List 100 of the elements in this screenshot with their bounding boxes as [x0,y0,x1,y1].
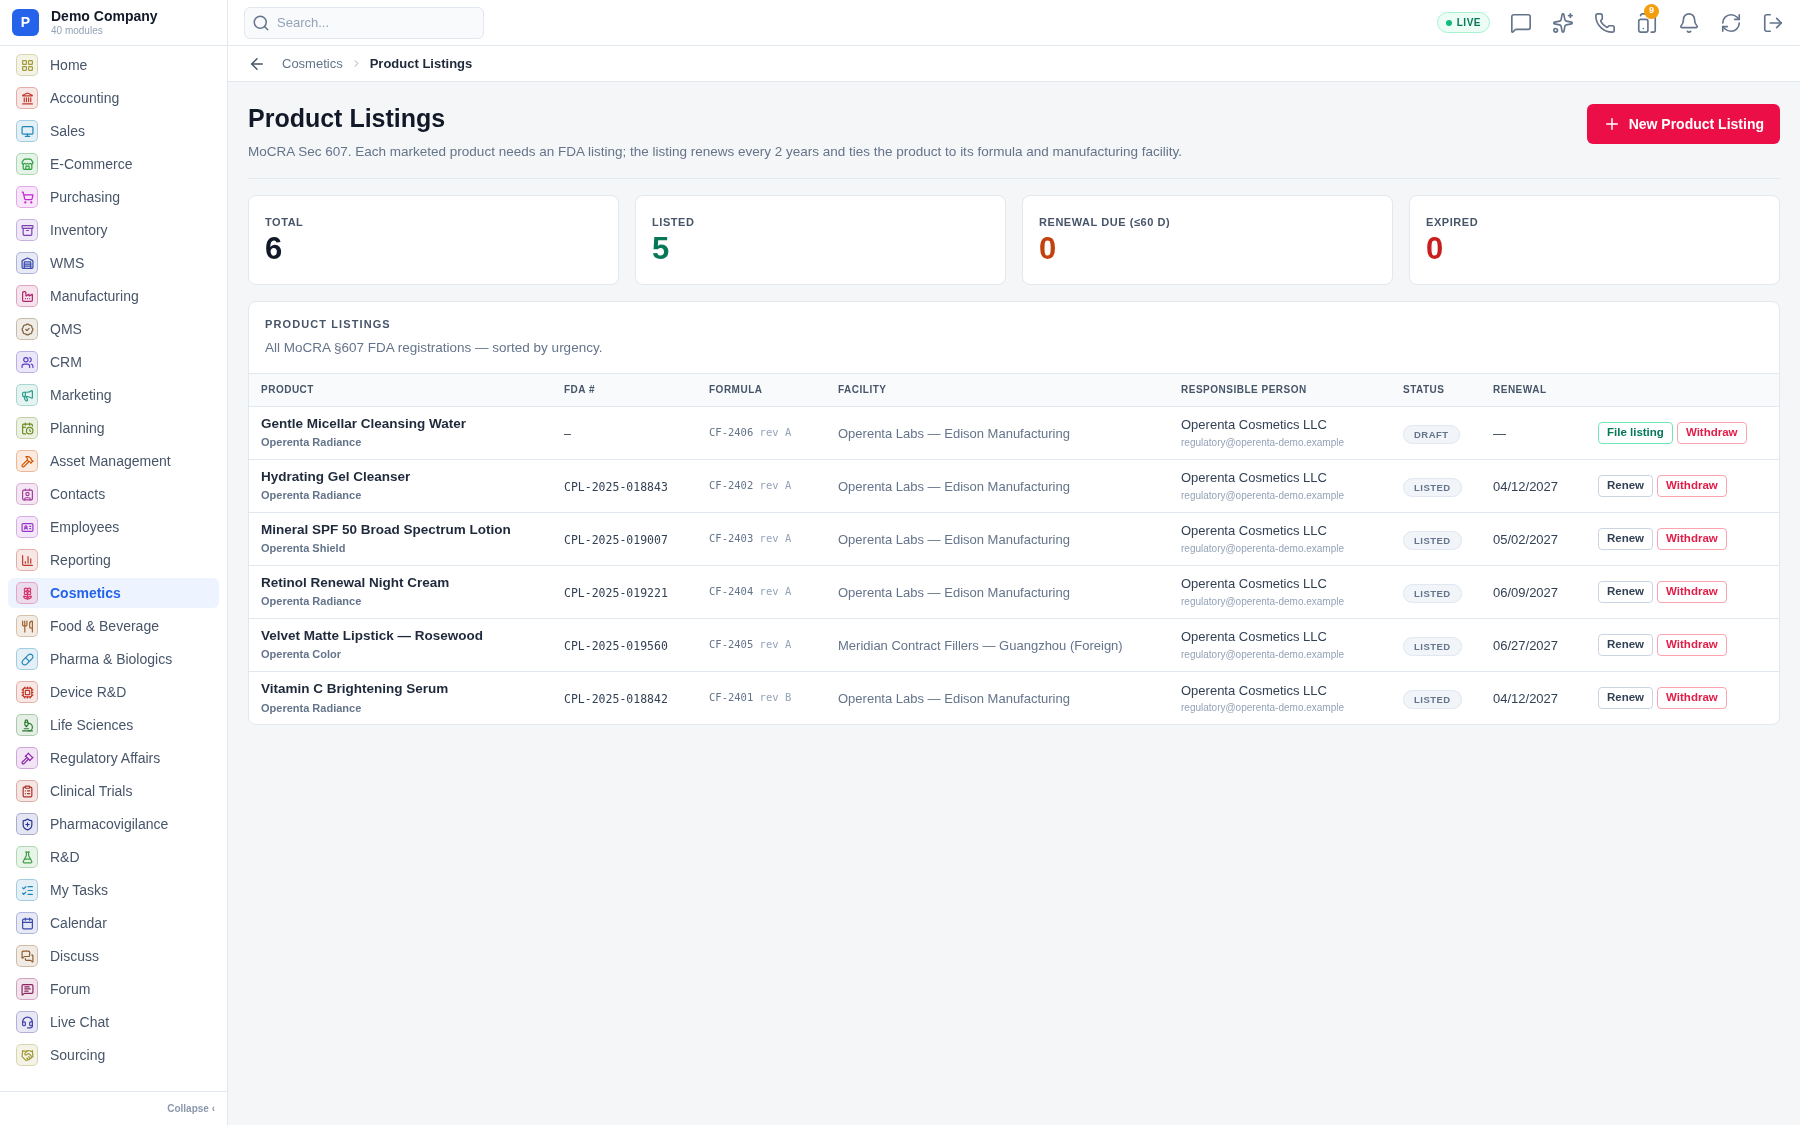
sidebar-item[interactable]: Purchasing [8,182,219,212]
renew-button[interactable]: Renew [1598,474,1654,497]
contact-email: regulatory@operenta-demo.example [1181,701,1346,715]
fda-number: CPL-2025-019560 [564,638,668,653]
formula-code: CF-2406 [709,425,754,438]
withdraw-button[interactable]: Withdraw [1657,633,1727,656]
sidebar-item[interactable]: My Tasks [8,875,219,905]
renewal-date: 06/27/2027 [1493,637,1559,653]
sidebar-item[interactable]: Asset Management [8,446,219,476]
sidebar-item[interactable]: Regulatory Affairs [8,743,219,773]
sidebar-item[interactable]: Manufacturing [8,281,219,311]
brand-name: Operenta Radiance [261,488,363,504]
contact-email: regulatory@operenta-demo.example [1181,435,1346,450]
sidebar-item[interactable]: CRM [8,347,219,377]
stat-value: 5 [652,230,671,269]
brand-name: Operenta Shield [261,541,347,557]
sidebar-item[interactable]: Reporting [8,545,219,575]
sidebar-item[interactable]: Calendar [8,908,219,938]
sidebar-item[interactable]: Food & Beverage [8,611,219,641]
sidebar-item[interactable]: Contacts [8,479,219,509]
brand-name: Operenta Radiance [261,435,363,451]
status-badge: LISTED [1403,530,1462,550]
sidebar-item[interactable]: QMS [8,314,219,344]
formula-code: CF-2404 [709,584,754,597]
formula-code: CF-2405 [709,637,754,650]
renewal-date: 04/12/2027 [1493,690,1559,706]
column-header: PRODUCT [249,373,552,406]
sidebar-item[interactable]: Forum [8,974,219,1004]
contact-email: regulatory@operenta-demo.example [1181,541,1346,556]
facility-name: Operenta Labs — Edison Manufacturing [838,531,1070,547]
notifications-icon[interactable] [1678,11,1700,34]
sidebar-item[interactable]: Employees [8,512,219,542]
renewal-date: 06/09/2027 [1493,584,1559,600]
sidebar-item[interactable]: Home [8,50,219,80]
device-icon[interactable] [1636,11,1658,34]
sidebar-item[interactable]: Sales [8,116,219,146]
withdraw-button[interactable]: Withdraw [1676,421,1747,444]
sidebar-item[interactable]: Pharmacovigilance [8,809,219,839]
logout-icon[interactable] [1762,11,1784,34]
sidebar-item[interactable]: Clinical Trials [8,776,219,806]
withdraw-button[interactable]: Withdraw [1657,580,1727,603]
facility-name: Operenta Labs — Edison Manufacturing [838,478,1070,494]
new-listing-button[interactable]: New Product Listing [1586,104,1780,144]
sidebar-item[interactable]: WMS [8,248,219,278]
sidebar-item[interactable]: Life Sciences [8,710,219,740]
formula-revision: rev B [759,690,792,703]
fda-number: CPL-2025-018843 [564,479,668,494]
renewal-date: — [1493,425,1506,441]
search-icon [252,13,270,32]
stat-label: RENEWAL DUE (≤60 D) [1039,214,1172,230]
sidebar-item[interactable]: Inventory [8,215,219,245]
sidebar-item[interactable]: E-Commerce [8,149,219,179]
renew-button[interactable]: Renew [1598,580,1654,603]
search-field[interactable]: Search... [244,6,484,39]
withdraw-button[interactable]: Withdraw [1657,527,1727,550]
status-badge: LISTED [1403,477,1462,497]
responsible-person: Operenta Cosmetics LLC [1181,681,1328,700]
fda-number: CPL-2025-018842 [564,691,668,706]
stat-label: EXPIRED [1426,214,1480,230]
breadcrumb-link[interactable]: Cosmetics [282,53,343,74]
renew-button[interactable]: Renew [1598,527,1654,550]
responsible-person: Operenta Cosmetics LLC [1181,522,1328,541]
brand-name: Operenta Radiance [261,594,363,610]
stat-value: 0 [1039,230,1058,269]
responsible-person: Operenta Cosmetics LLC [1181,416,1328,435]
fda-number: CPL-2025-019221 [564,585,668,600]
facility-name: Operenta Labs — Edison Manufacturing [838,690,1070,706]
status-badge: LISTED [1403,689,1462,709]
formula-revision: rev A [759,531,792,544]
column-header: STATUS [1391,373,1481,406]
column-header: FDA # [552,373,697,406]
file-listing-button[interactable]: File listing [1598,421,1673,444]
sidebar-item[interactable]: Discuss [8,941,219,971]
company-name: Demo Company [51,7,158,25]
contact-email: regulatory@operenta-demo.example [1181,594,1346,609]
sidebar-item[interactable]: Pharma & Biologics [8,644,219,674]
chat-icon[interactable] [1510,11,1532,34]
sidebar-item[interactable]: Marketing [8,380,219,410]
sidebar-item[interactable]: Device R&D [8,677,219,707]
renew-button[interactable]: Renew [1598,633,1654,656]
renew-button[interactable]: Renew [1598,686,1654,709]
sidebar-item[interactable]: Accounting [8,83,219,113]
phone-icon[interactable] [1594,11,1616,34]
withdraw-button[interactable]: Withdraw [1657,686,1727,709]
fda-number: CPL-2025-019007 [564,532,668,547]
sidebar-item[interactable]: Sourcing [8,1040,219,1070]
brand-name: Operenta Color [261,647,343,663]
sidebar-item[interactable]: Planning [8,413,219,443]
module-count: 40 modules [51,25,104,38]
formula-code: CF-2401 [709,690,754,703]
withdraw-button[interactable]: Withdraw [1657,474,1727,497]
page-title: Product Listings [248,103,447,134]
sparkles-icon[interactable] [1552,11,1574,34]
card-subtitle: All MoCRA §607 FDA registrations — sorted by urgency. [265,339,604,358]
formula-revision: rev A [759,478,792,491]
sidebar-item[interactable]: Cosmetics [8,578,219,608]
sidebar-item[interactable]: Live Chat [8,1007,219,1037]
company-logo: P [12,9,39,36]
sidebar-item[interactable]: R&D [8,842,219,872]
refresh-icon[interactable] [1720,11,1742,34]
